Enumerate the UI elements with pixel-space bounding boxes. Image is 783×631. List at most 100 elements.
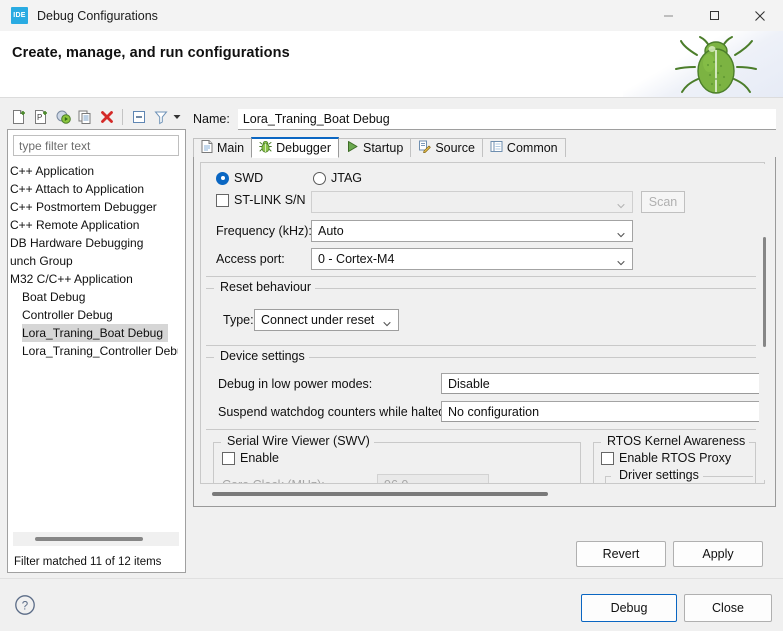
- rtos-proxy-checkbox[interactable]: [601, 451, 614, 465]
- jtag-radio-row[interactable]: JTAG: [313, 171, 362, 185]
- jtag-radio[interactable]: [313, 171, 326, 185]
- tree-item-cpp-remote-application[interactable]: C++ Remote Application: [8, 216, 178, 234]
- configuration-name-input[interactable]: [237, 108, 776, 130]
- rtos-group: RTOS Kernel Awareness: [593, 434, 756, 452]
- stlink-serial-combo[interactable]: [311, 191, 633, 213]
- tree-item-gdb-hardware-debugging[interactable]: DB Hardware Debugging: [8, 234, 178, 252]
- tree-horizontal-scrollbar[interactable]: [13, 532, 179, 546]
- watchdog-combo[interactable]: No configuration: [441, 401, 764, 422]
- tree-item-list[interactable]: C++ Application C++ Attach to Applicatio…: [8, 162, 178, 536]
- editor-tabs: Main Debugger Startup Source Common: [193, 137, 776, 158]
- tab-debugger[interactable]: Debugger: [251, 137, 339, 158]
- duplicate-icon[interactable]: [75, 107, 95, 127]
- frequency-value: Auto: [318, 224, 344, 238]
- banner-artwork: [623, 31, 783, 97]
- debugger-horizontal-scrollbar[interactable]: [200, 488, 763, 501]
- stlink-checkbox-row[interactable]: ST-LINK S/N: [216, 193, 306, 207]
- title-bar: IDE Debug Configurations: [0, 0, 783, 32]
- chevron-down-icon: [617, 199, 625, 209]
- swv-group-label: Serial Wire Viewer (SWV): [223, 434, 374, 448]
- tree-item-cpp-attach-to-application[interactable]: C++ Attach to Application: [8, 180, 178, 198]
- help-icon[interactable]: ?: [14, 594, 36, 616]
- swv-enable-row[interactable]: Enable: [222, 451, 279, 465]
- tree-horizontal-scroll-thumb[interactable]: [35, 537, 143, 541]
- close-icon[interactable]: [737, 0, 783, 31]
- section-divider-2: [206, 345, 756, 346]
- svg-text:?: ?: [22, 600, 28, 612]
- chevron-down-icon: [383, 317, 391, 327]
- chevron-down-icon: [617, 256, 625, 266]
- window-title: Debug Configurations: [37, 8, 158, 23]
- tree-item-launch-group[interactable]: unch Group: [8, 252, 178, 270]
- tree-item-lora-traning-controller-debug[interactable]: Lora_Traning_Controller Debug: [8, 342, 178, 360]
- tab-main-label: Main: [217, 141, 245, 155]
- access-port-value: 0 - Cortex-M4: [318, 252, 395, 266]
- common-icon: [490, 140, 503, 156]
- tab-source-label: Source: [435, 141, 475, 155]
- access-port-label: Access port:: [216, 252, 285, 266]
- frequency-combo[interactable]: Auto: [311, 220, 633, 242]
- svg-text:P: P: [37, 113, 42, 122]
- filter-icon[interactable]: [151, 107, 171, 127]
- apply-button[interactable]: Apply: [673, 541, 763, 567]
- tab-startup-label: Startup: [363, 141, 404, 155]
- debug-configurations-dialog: IDE Debug Configurations Create, manage,…: [0, 0, 783, 631]
- name-row: Name:: [193, 108, 776, 130]
- tree-item-boat-debug[interactable]: Boat Debug: [8, 288, 178, 306]
- low-power-combo[interactable]: Disable: [441, 373, 764, 394]
- tab-common[interactable]: Common: [481, 138, 566, 158]
- new-launch-configuration-icon[interactable]: [9, 107, 29, 127]
- stlink-serial-checkbox[interactable]: [216, 193, 229, 207]
- scan-button[interactable]: Scan: [641, 191, 685, 213]
- device-settings-group: Device settings: [206, 349, 756, 367]
- reset-type-label: Type:: [223, 313, 254, 327]
- tab-startup[interactable]: Startup: [338, 138, 412, 158]
- reset-behaviour-group-label: Reset behaviour: [216, 280, 316, 294]
- reset-type-combo[interactable]: Connect under reset: [254, 309, 399, 331]
- debugger-vertical-scrollbar[interactable]: [759, 164, 770, 480]
- access-port-combo[interactable]: 0 - Cortex-M4: [311, 248, 633, 270]
- tab-source[interactable]: Source: [410, 138, 483, 158]
- maximize-icon[interactable]: [691, 0, 737, 31]
- minimize-icon[interactable]: [645, 0, 691, 31]
- new-prototype-icon[interactable]: P: [31, 107, 51, 127]
- swv-enable-checkbox[interactable]: [222, 451, 235, 465]
- section-divider: [206, 276, 756, 277]
- tab-common-label: Common: [506, 141, 558, 155]
- close-button[interactable]: Close: [684, 594, 772, 622]
- vertical-scroll-thumb[interactable]: [763, 237, 766, 347]
- core-clock-label: Core Clock (MHz):: [222, 478, 325, 483]
- reset-type-value: Connect under reset: [261, 313, 375, 327]
- collapse-all-icon[interactable]: [129, 107, 149, 127]
- delete-icon[interactable]: [97, 107, 117, 127]
- tree-item-cpp-postmortem-debugger[interactable]: C++ Postmortem Debugger: [8, 198, 178, 216]
- tree-item-cpp-application[interactable]: C++ Application: [8, 162, 178, 180]
- window-controls: [645, 0, 783, 31]
- rtos-enable-row[interactable]: Enable RTOS Proxy: [601, 451, 731, 465]
- header-banner: Create, manage, and run configurations: [0, 31, 783, 98]
- tab-main[interactable]: Main: [193, 138, 253, 158]
- document-icon: [201, 140, 213, 156]
- swd-radio-row[interactable]: SWD: [216, 171, 263, 185]
- horizontal-scroll-thumb[interactable]: [212, 492, 548, 496]
- source-lookup-icon: [418, 140, 432, 156]
- revert-button[interactable]: Revert: [576, 541, 666, 567]
- tree-item-stm32-cpp-application[interactable]: M32 C/C++ Application: [8, 270, 178, 288]
- debug-button[interactable]: Debug: [581, 594, 677, 622]
- core-clock-input[interactable]: 96.0: [377, 474, 489, 484]
- debugger-tab-panel: SWD JTAG ST-LINK S/N Scan Frequency (kHz…: [193, 157, 776, 507]
- tree-item-controller-debug[interactable]: Controller Debug: [8, 306, 178, 324]
- view-menu-icon[interactable]: [171, 107, 183, 127]
- jtag-label: JTAG: [331, 171, 363, 185]
- export-launch-configuration-icon[interactable]: [53, 107, 73, 127]
- configurations-tree: C++ Application C++ Attach to Applicatio…: [7, 129, 186, 573]
- frequency-label: Frequency (kHz):: [216, 224, 312, 238]
- core-clock-value: 96.0: [384, 478, 408, 484]
- section-divider-3: [206, 429, 756, 430]
- low-power-value: Disable: [448, 376, 490, 391]
- tree-item-lora-traning-boat-debug[interactable]: Lora_Traning_Boat Debug: [22, 324, 168, 342]
- search-input[interactable]: [13, 135, 179, 156]
- reset-behaviour-group: Reset behaviour: [206, 280, 756, 298]
- driver-settings-group: Driver settings: [605, 468, 753, 483]
- swd-radio[interactable]: [216, 171, 229, 185]
